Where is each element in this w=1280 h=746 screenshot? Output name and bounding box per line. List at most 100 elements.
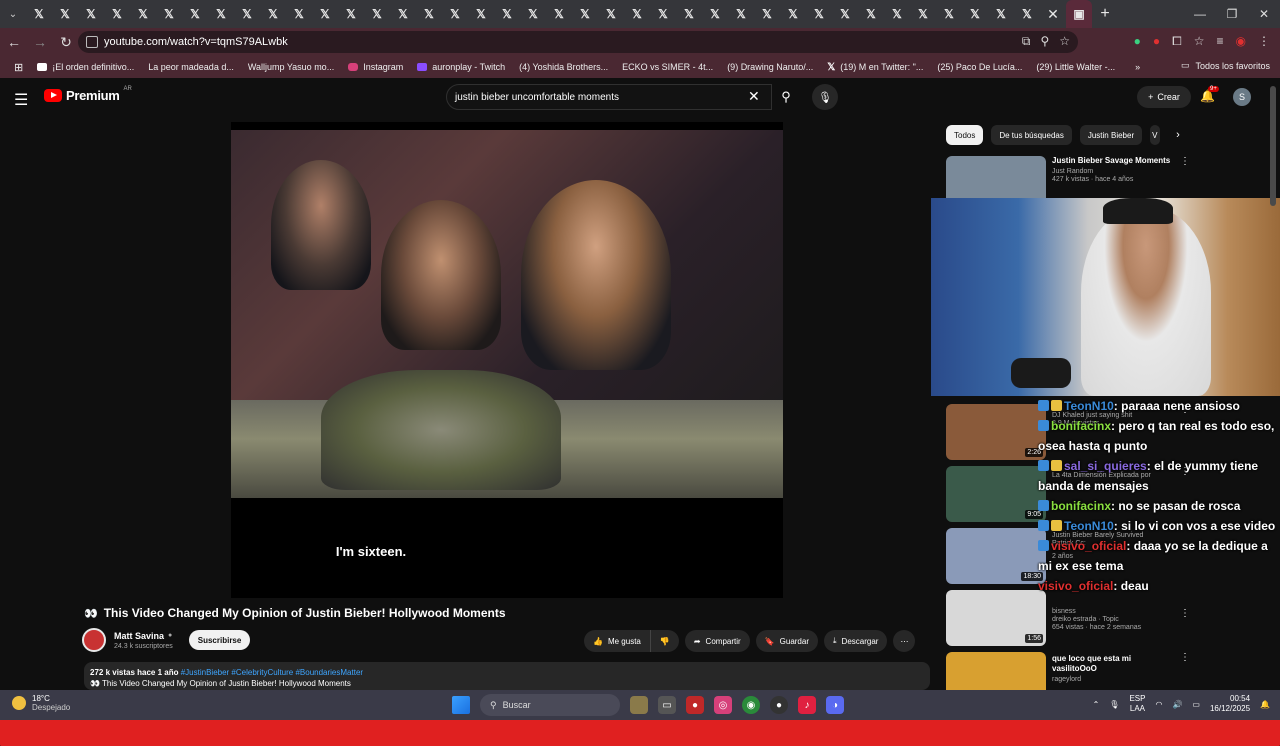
site-info-icon[interactable] xyxy=(86,36,98,48)
tab-x[interactable]: 𝕏 xyxy=(416,0,442,28)
tab-x[interactable]: 𝕏 xyxy=(182,0,208,28)
apps-grid-icon[interactable]: ⊞ xyxy=(14,61,23,74)
minimize-icon[interactable]: — xyxy=(1184,0,1216,28)
tab-x[interactable]: 𝕏 xyxy=(260,0,286,28)
more-bookmarks-icon[interactable]: » xyxy=(1135,62,1140,72)
channel-avatar[interactable] xyxy=(82,628,106,652)
favorites-icon[interactable]: ☆ xyxy=(1194,34,1205,49)
task-view-icon[interactable]: ▭ xyxy=(658,696,676,714)
tab-x[interactable]: 𝕏 xyxy=(598,0,624,28)
profile-icon[interactable]: ◉ xyxy=(1236,34,1246,49)
bookmark-item[interactable]: auronplay - Twitch xyxy=(417,62,505,72)
windows-start-icon[interactable] xyxy=(452,696,470,714)
instagram-icon[interactable]: ◎ xyxy=(714,696,732,714)
channel-name[interactable]: Matt Savina ● xyxy=(114,631,173,641)
close-window-icon[interactable]: ✕ xyxy=(1248,0,1280,28)
download-button[interactable]: ⤓ Descargar xyxy=(824,630,888,652)
forward-icon[interactable]: → xyxy=(28,30,52,54)
zoom-icon[interactable]: ⚲ xyxy=(1040,34,1049,49)
close-tab-icon[interactable]: ✕ xyxy=(1040,0,1066,28)
tab-x[interactable]: 𝕏 xyxy=(286,0,312,28)
tab-x[interactable]: 𝕏 xyxy=(156,0,182,28)
tab-x[interactable]: 𝕏 xyxy=(858,0,884,28)
share-button[interactable]: ➦ Compartir xyxy=(684,630,750,652)
wifi-icon[interactable]: ◠ xyxy=(1155,700,1162,709)
youtube-logo[interactable]: Premium AR xyxy=(44,86,132,103)
search-icon[interactable]: ⚲ xyxy=(772,84,800,110)
subscribe-button[interactable]: Suscribirse xyxy=(188,630,251,650)
tab-x[interactable]: 𝕏 xyxy=(884,0,910,28)
chip-all[interactable]: Todos xyxy=(946,125,984,145)
media-control-icon[interactable]: ≡ xyxy=(1217,34,1224,49)
more-options-icon[interactable]: ⋮ xyxy=(1180,652,1186,663)
tab-x[interactable]: 𝕏 xyxy=(338,0,364,28)
tab-x[interactable]: 𝕏 xyxy=(78,0,104,28)
more-options-icon[interactable]: ⋮ xyxy=(1180,608,1190,619)
tab-x[interactable]: 𝕏 xyxy=(780,0,806,28)
more-options-icon[interactable]: ⋮ xyxy=(1180,156,1190,167)
clear-search-icon[interactable]: ✕ xyxy=(748,88,760,105)
address-bar[interactable]: youtube.com/watch?v=tqmS79ALwbk ⧉ ⚲ ☆ xyxy=(78,31,1078,53)
bookmark-item[interactable]: (25) Paco De Lucía... xyxy=(0,62,1280,746)
bookmark-star-icon[interactable]: ☆ xyxy=(1059,34,1070,49)
tab-x[interactable]: 𝕏 xyxy=(104,0,130,28)
app-dark-icon[interactable]: ● xyxy=(770,696,788,714)
more-actions-icon[interactable]: ⋯ xyxy=(893,630,916,652)
like-button[interactable]: 👍 Me gusta xyxy=(584,630,650,652)
search-input[interactable]: justin bieber uncomfortable moments xyxy=(446,84,772,110)
tab-x[interactable]: 𝕏 xyxy=(520,0,546,28)
tab-x[interactable]: 𝕏 xyxy=(832,0,858,28)
clock[interactable]: 00:54 16/12/2025 xyxy=(1210,694,1250,714)
dislike-button[interactable]: 👎 xyxy=(649,630,679,652)
extension-red-icon[interactable]: ● xyxy=(1153,34,1160,49)
tab-x[interactable]: 𝕏 xyxy=(390,0,416,28)
reload-icon[interactable]: ↻ xyxy=(54,30,78,54)
chrome-icon[interactable]: ◉ xyxy=(742,696,760,714)
all-bookmarks-folder[interactable]: ▭ Todos los favoritos xyxy=(1181,60,1270,71)
microphone-tray-icon[interactable]: 🎙 xyxy=(1109,700,1119,709)
create-button[interactable]: + Crear xyxy=(1137,86,1191,108)
tab-x[interactable]: 𝕏 xyxy=(728,0,754,28)
discord-icon[interactable]: ◑ xyxy=(826,696,844,714)
tab-x[interactable]: 𝕏 xyxy=(208,0,234,28)
tab-x[interactable]: 𝕏 xyxy=(702,0,728,28)
tab-x[interactable]: 𝕏 xyxy=(312,0,338,28)
back-icon[interactable]: ← xyxy=(2,30,26,54)
tab-x[interactable]: 𝕏 xyxy=(364,0,390,28)
tab-x[interactable]: 𝕏 xyxy=(624,0,650,28)
tab-x[interactable]: 𝕏 xyxy=(234,0,260,28)
bookmark-item[interactable]: ECKO vs SIMER - 4t... xyxy=(0,62,1280,746)
app-red-icon[interactable]: ● xyxy=(686,696,704,714)
bookmark-item[interactable]: (9) Drawing Naruto/... xyxy=(0,62,1280,746)
tab-x[interactable]: 𝕏 xyxy=(130,0,156,28)
chip-from-searches[interactable]: De tus búsquedas xyxy=(991,125,1072,145)
install-app-icon[interactable]: ⧉ xyxy=(1022,34,1031,49)
menu-dots-icon[interactable]: ⋮ xyxy=(1258,34,1270,49)
new-tab-button[interactable]: + xyxy=(1092,0,1118,28)
tab-x[interactable]: 𝕏 xyxy=(910,0,936,28)
tab-x[interactable]: 𝕏 xyxy=(988,0,1014,28)
tab-x[interactable]: 𝕏 xyxy=(676,0,702,28)
tiktok-icon[interactable]: ♪ xyxy=(798,696,816,714)
volume-icon[interactable]: 🔊 xyxy=(1172,700,1182,709)
tab-x[interactable]: 𝕏 xyxy=(52,0,78,28)
tab-x[interactable]: 𝕏 xyxy=(1014,0,1040,28)
widgets-icon[interactable] xyxy=(630,696,648,714)
page-scrollbar[interactable] xyxy=(1270,86,1276,206)
save-button[interactable]: 🔖 Guardar xyxy=(755,630,818,652)
tab-x[interactable]: 𝕏 xyxy=(468,0,494,28)
tab-x[interactable]: 𝕏 xyxy=(442,0,468,28)
bookmark-item[interactable]: ¡El orden definitivo... xyxy=(37,62,134,72)
language-indicator[interactable]: ESP LAA xyxy=(1129,694,1145,714)
bookmark-item[interactable]: La peor madeada d... xyxy=(0,62,1280,746)
video-player[interactable]: I'm sixteen. xyxy=(231,122,783,598)
microphone-icon[interactable]: 🎙 xyxy=(812,84,838,110)
tab-x[interactable]: 𝕏 xyxy=(650,0,676,28)
battery-icon[interactable]: ▭ xyxy=(1192,700,1200,709)
tray-overflow-icon[interactable]: ⌃ xyxy=(1093,700,1100,709)
recommendation-item[interactable]: 1:56 bisness dreiko estrada · Topic 654 … xyxy=(946,590,1190,646)
bookmark-item[interactable]: (29) Little Walter -... xyxy=(0,62,1280,746)
tab-search-dropdown[interactable]: ⌄ xyxy=(0,0,26,28)
bookmark-item[interactable]: Walljump Yasuo mo... xyxy=(0,62,1280,746)
notifications-icon[interactable]: 🔔 xyxy=(1260,700,1270,709)
